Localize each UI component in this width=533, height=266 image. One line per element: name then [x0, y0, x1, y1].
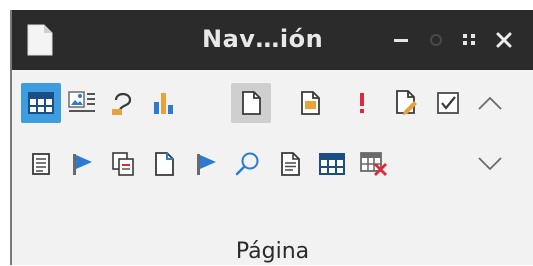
warnings-button[interactable] — [342, 83, 382, 123]
chart-icon — [154, 93, 173, 114]
page-corner-button[interactable] — [144, 144, 184, 184]
title-bar[interactable]: Nav…ión — [12, 10, 533, 70]
insert-table-button[interactable] — [312, 144, 352, 184]
minimize-icon — [394, 39, 408, 42]
images-button[interactable] — [62, 83, 102, 123]
navigator-toolbar: Página — [12, 70, 533, 265]
delete-table-button[interactable] — [354, 144, 394, 184]
chevron-up-icon — [478, 96, 502, 110]
search-button[interactable] — [228, 144, 268, 184]
list-document-icon — [32, 153, 50, 175]
flag-icon — [73, 154, 92, 175]
checkbox-icon — [437, 92, 459, 114]
search-icon — [235, 152, 259, 176]
close-icon — [496, 32, 512, 48]
flag-icon — [197, 154, 216, 175]
headings-button[interactable] — [62, 144, 102, 184]
close-button[interactable] — [490, 24, 518, 56]
minimize-button[interactable] — [387, 24, 415, 56]
chevron-down-icon — [478, 157, 502, 171]
charts-button[interactable] — [144, 83, 184, 123]
text-document-icon — [281, 152, 300, 176]
shape-icon — [112, 92, 132, 115]
table-icon — [319, 153, 345, 175]
restore-icon — [430, 34, 442, 46]
navigator-category-label: Página — [235, 239, 310, 264]
page-button[interactable] — [231, 83, 271, 123]
page-corner-icon — [155, 152, 174, 176]
drawing-objects-button[interactable] — [103, 83, 143, 123]
list-document-button[interactable] — [21, 144, 61, 184]
bookmarks-button[interactable] — [186, 144, 226, 184]
text-document-button[interactable] — [270, 144, 310, 184]
expand-button[interactable] — [470, 144, 510, 184]
note-icon — [301, 91, 320, 115]
page-icon — [242, 91, 261, 115]
edit-document-button[interactable] — [386, 83, 426, 123]
copy-document-button[interactable] — [103, 144, 143, 184]
collapse-button[interactable] — [470, 83, 510, 123]
navigator-window: Nav…ión Página — [10, 10, 533, 265]
document-icon — [24, 23, 56, 57]
window-title: Nav…ión — [202, 25, 324, 53]
dock-button[interactable] — [456, 24, 484, 56]
comments-button[interactable] — [290, 83, 330, 123]
table-icon — [28, 92, 54, 114]
edit-document-icon — [396, 90, 417, 115]
delete-table-icon — [360, 152, 387, 176]
exclamation-icon — [360, 93, 364, 113]
maximize-button[interactable] — [422, 24, 450, 56]
image-icon — [68, 91, 95, 112]
checkbox-button[interactable] — [428, 83, 468, 123]
grip-icon — [463, 34, 475, 45]
copy-document-icon — [112, 152, 134, 176]
tables-button[interactable] — [21, 83, 61, 123]
